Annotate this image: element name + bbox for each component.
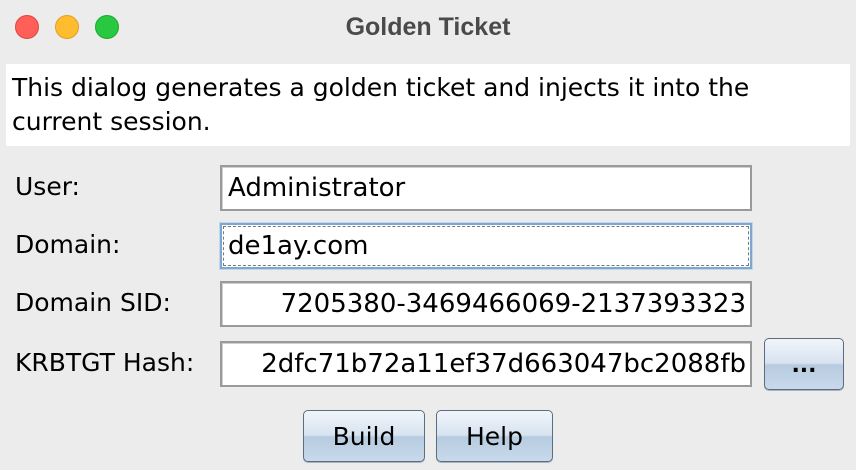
window-title: Golden Ticket: [345, 13, 511, 41]
domain-sid-label: Domain SID:: [15, 288, 171, 317]
user-label: User:: [15, 172, 80, 201]
help-button[interactable]: Help: [436, 410, 553, 462]
build-button[interactable]: Build: [303, 410, 425, 462]
domain-sid-field[interactable]: 7205380-3469466069-2137393323: [220, 281, 752, 327]
krbtgt-hash-field-value: 2dfc71b72a11ef37d663047bc2088fb: [261, 349, 746, 379]
domain-sid-field-value: 7205380-3469466069-2137393323: [280, 289, 746, 319]
user-field-value: Administrator: [228, 173, 406, 203]
golden-ticket-dialog: Golden Ticket This dialog generates a go…: [0, 0, 856, 470]
dialog-description: This dialog generates a golden ticket an…: [6, 64, 850, 146]
domain-label: Domain:: [15, 230, 121, 259]
user-field[interactable]: Administrator: [220, 165, 752, 211]
krbtgt-hash-field[interactable]: 2dfc71b72a11ef37d663047bc2088fb: [220, 341, 752, 387]
browse-button[interactable]: ...: [764, 338, 844, 390]
krbtgt-hash-label: KRBTGT Hash:: [15, 348, 195, 377]
domain-field[interactable]: de1ay.com: [220, 223, 752, 269]
title-bar: Golden Ticket: [0, 0, 856, 56]
domain-field-value: de1ay.com: [228, 231, 369, 261]
